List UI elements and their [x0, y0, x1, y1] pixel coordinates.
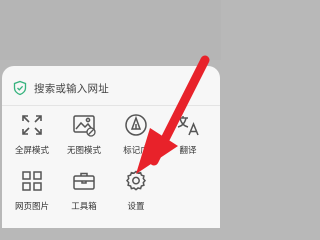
- bottom-menu-sheet: 搜索或输入网址 全屏模式 无图模式 标记广 翻译 网页图片 工具箱 设置: [2, 66, 220, 228]
- menu-item-settings[interactable]: 设置: [111, 169, 161, 223]
- search-bar[interactable]: 搜索或输入网址: [6, 74, 212, 102]
- menu-item-label: 标记广: [123, 146, 149, 156]
- menu-item-translate[interactable]: 翻译: [163, 113, 213, 167]
- fullscreen-arrows-icon: [22, 115, 42, 135]
- menu-item-label: 无图模式: [66, 146, 101, 156]
- gear-icon: [126, 170, 146, 191]
- menu-item-label: 设置: [127, 202, 145, 212]
- menu-item-toolbox[interactable]: 工具箱: [59, 169, 109, 223]
- menu-item-label: 网页图片: [14, 202, 49, 212]
- search-placeholder: 搜索或输入网址: [34, 83, 109, 95]
- menu-item-fullscreen[interactable]: 全屏模式: [7, 113, 57, 167]
- menu-item-mark-ads[interactable]: 标记广: [111, 113, 161, 167]
- grid-icon: [22, 171, 42, 191]
- pen-circle-icon: [125, 114, 147, 136]
- no-image-icon: [73, 115, 96, 137]
- toolbox-icon: [73, 172, 95, 190]
- divider: [2, 105, 220, 106]
- menu-item-label: 全屏模式: [14, 146, 49, 156]
- menu-item-no-image[interactable]: 无图模式: [59, 113, 109, 167]
- shield-check-icon: [13, 80, 27, 96]
- translate-icon: [177, 116, 199, 136]
- dimmed-page-background[interactable]: [0, 0, 221, 60]
- menu-item-label: 翻译: [179, 146, 197, 156]
- menu-item-label: 工具箱: [71, 202, 97, 212]
- menu-item-page-images[interactable]: 网页图片: [7, 169, 57, 223]
